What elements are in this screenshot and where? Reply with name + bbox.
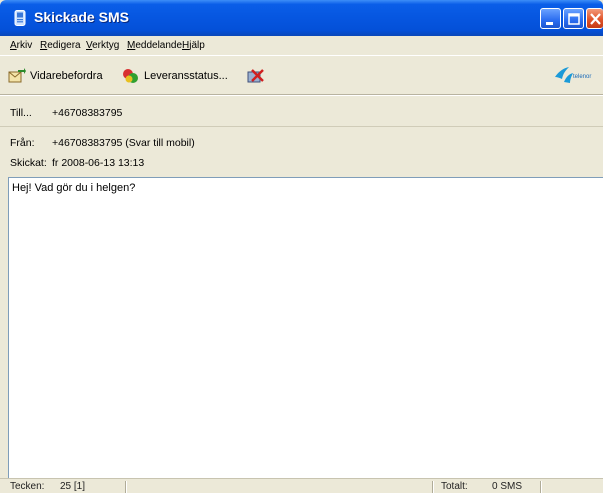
chars-value: 25 [1] xyxy=(60,481,86,492)
total-value: 0 SMS xyxy=(492,481,523,492)
minimize-button[interactable] xyxy=(540,8,561,29)
menu-hjalp[interactable]: Hjälp xyxy=(182,40,205,51)
phone-icon xyxy=(14,10,26,26)
close-icon xyxy=(590,13,601,25)
menu-arkiv[interactable]: Arkiv xyxy=(10,40,32,51)
sent-label: Skickat: xyxy=(10,157,47,169)
title-bar[interactable]: Skickade SMS xyxy=(0,0,603,36)
message-header: Till... +46708383795 Från: +46708383795 … xyxy=(0,95,603,177)
delete-icon xyxy=(247,69,264,83)
maximize-icon xyxy=(568,13,580,25)
window-title: Skickade SMS xyxy=(34,9,129,25)
menu-redigera[interactable]: Redigera xyxy=(40,40,81,51)
message-body-field[interactable]: Hej! Vad gör du i helgen? xyxy=(8,177,603,478)
forward-icon xyxy=(8,68,26,83)
minimize-icon xyxy=(546,22,553,25)
total-label: Totalt: xyxy=(441,481,468,492)
menu-meddelande[interactable]: Meddelande xyxy=(127,40,182,51)
menu-verktyg[interactable]: Verktyg xyxy=(86,40,119,51)
forward-label: Vidarebefordra xyxy=(30,70,103,82)
logo-text: telenor xyxy=(573,74,591,80)
delete-button[interactable] xyxy=(246,67,268,85)
telenor-logo: telenor xyxy=(555,67,591,83)
delivery-status-button[interactable]: Leveransstatus... xyxy=(122,67,228,85)
sent-value: fr 2008-06-13 13:13 xyxy=(52,157,145,169)
from-value: +46708383795 (Svar till mobil) xyxy=(52,137,195,149)
status-divider xyxy=(540,481,541,493)
status-divider xyxy=(125,481,126,493)
maximize-button[interactable] xyxy=(563,8,584,29)
forward-button[interactable]: Vidarebefordra xyxy=(8,67,103,85)
to-value: +46708383795 xyxy=(52,107,123,119)
status-bar: Tecken: 25 [1] Totalt: 0 SMS xyxy=(0,478,603,493)
to-label[interactable]: Till... xyxy=(10,107,32,119)
sms-window: Skickade SMS Arkiv Redigera Verktyg Medd… xyxy=(0,0,603,493)
from-label: Från: xyxy=(10,137,35,149)
close-button[interactable] xyxy=(586,8,603,29)
chars-label: Tecken: xyxy=(10,481,45,492)
delivery-status-label: Leveransstatus... xyxy=(144,70,228,82)
status-divider xyxy=(432,481,433,493)
delivery-status-icon xyxy=(123,69,138,83)
header-divider xyxy=(0,126,603,127)
toolbar: Vidarebefordra Leveransstatus... telenor xyxy=(0,55,603,95)
menu-bar: Arkiv Redigera Verktyg Meddelande Hjälp xyxy=(0,36,603,55)
message-text: Hej! Vad gör du i helgen? xyxy=(12,182,136,194)
